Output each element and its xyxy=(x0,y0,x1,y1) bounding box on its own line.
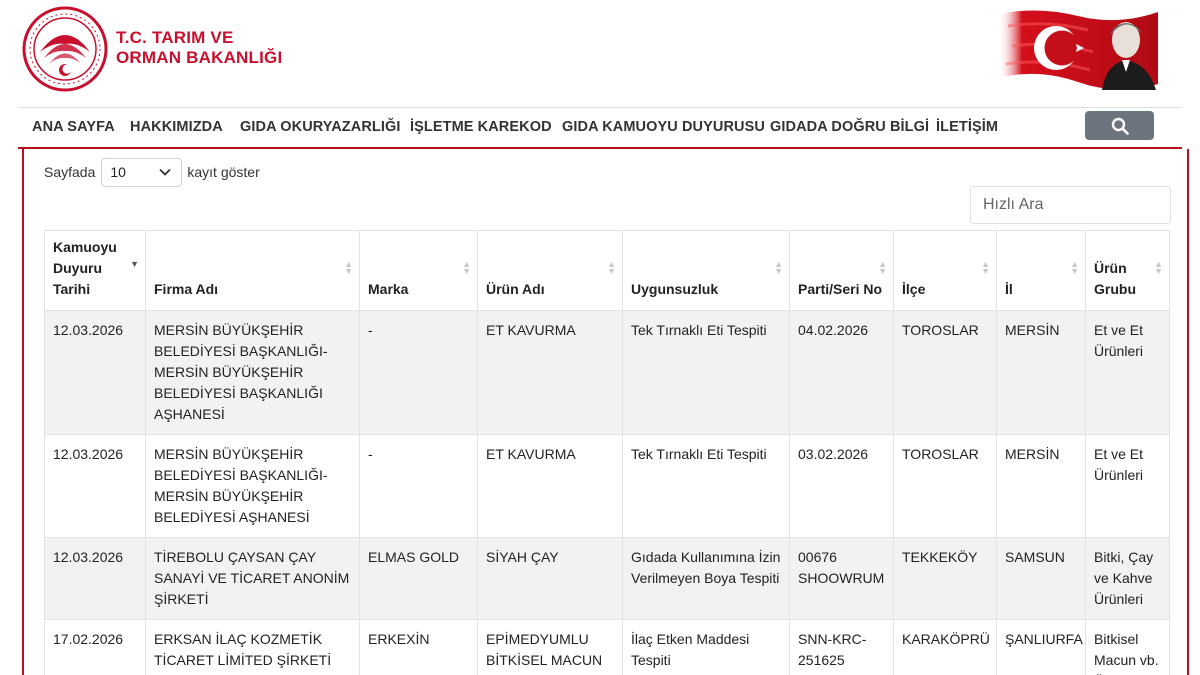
column-header-label: Parti/Seri No xyxy=(798,281,883,297)
table-row: 12.03.2026 TİREBOLU ÇAYSAN ÇAY SANAYİ VE… xyxy=(44,537,1170,620)
column-header-label: Firma Adı xyxy=(154,281,219,297)
cell-province: SAMSUN xyxy=(996,537,1086,620)
cell-date: 17.02.2026 xyxy=(44,619,146,675)
cell-nonconformity: Gıdada Kullanımına İzin Verilmeyen Boya … xyxy=(622,537,790,620)
cell-brand: ERKEXİN xyxy=(359,619,478,675)
main-navigation: ANA SAYFA HAKKIMIZDA GIDA OKURYAZARLIĞI … xyxy=(18,107,1182,149)
table-row: 12.03.2026 MERSİN BÜYÜKŞEHİR BELEDİYESİ … xyxy=(44,434,1170,538)
column-header-batch[interactable]: Parti/Seri No ▲ ▼ xyxy=(789,230,894,311)
nav-item-public-announcement[interactable]: GIDA KAMUOYU DUYURUSU xyxy=(562,108,765,148)
column-header-label: Uygunsuzluk xyxy=(631,281,719,297)
cell-batch: SNN-KRC-251625 xyxy=(789,619,894,675)
ministry-name[interactable]: T.C. TARIM VE ORMAN BAKANLIĞI xyxy=(116,28,282,68)
sort-icon: ▲ ▼ xyxy=(1154,259,1163,276)
length-prefix-label: Sayfada xyxy=(44,164,96,180)
column-header-label: İlçe xyxy=(902,281,926,297)
cell-batch: 00676 SHOOWRUM xyxy=(789,537,894,620)
table-row: 12.03.2026 MERSİN BÜYÜKŞEHİR BELEDİYESİ … xyxy=(44,310,1170,435)
sort-icon: ▲ ▼ xyxy=(981,259,990,276)
cell-district: TOROSLAR xyxy=(893,310,997,435)
cell-product-group: Et ve Et Ürünleri xyxy=(1085,310,1170,435)
cell-province: MERSİN xyxy=(996,310,1086,435)
column-header-nonconformity[interactable]: Uygunsuzluk ▲ ▼ xyxy=(622,230,790,311)
length-suffix-label: kayıt göster xyxy=(187,164,260,180)
sort-icon: ▲ ▼ xyxy=(1070,259,1079,276)
column-header-label: Kamuoyu Duyuru Tarihi xyxy=(53,239,117,297)
column-header-date[interactable]: Kamuoyu Duyuru Tarihi ▼ xyxy=(44,230,146,311)
sort-icon: ▲ ▼ xyxy=(462,259,471,276)
cell-date: 12.03.2026 xyxy=(44,537,146,620)
nav-item-food-literacy[interactable]: GIDA OKURYAZARLIĞI xyxy=(240,108,401,148)
chevron-down-icon xyxy=(159,168,172,176)
cell-date: 12.03.2026 xyxy=(44,434,146,538)
cell-date: 12.03.2026 xyxy=(44,310,146,435)
cell-product: SİYAH ÇAY xyxy=(477,537,623,620)
cell-brand: - xyxy=(359,434,478,538)
cell-company: TİREBOLU ÇAYSAN ÇAY SANAYİ VE TİCARET AN… xyxy=(145,537,360,620)
page-length-control: Sayfada 10 kayıt göster xyxy=(44,157,260,187)
cell-company: MERSİN BÜYÜKŞEHİR BELEDİYESİ BAŞKANLIĞI-… xyxy=(145,310,360,435)
site-header: T.C. TARIM VE ORMAN BAKANLIĞI xyxy=(0,0,1200,107)
cell-province: ŞANLIURFA xyxy=(996,619,1086,675)
cell-nonconformity: Tek Tırnaklı Eti Tespiti xyxy=(622,434,790,538)
nav-item-home[interactable]: ANA SAYFA xyxy=(32,108,115,148)
cell-district: TOROSLAR xyxy=(893,434,997,538)
cell-product: EPİMEDYUMLU BİTKİSEL MACUN xyxy=(477,619,623,675)
cell-product-group: Bitki, Çay ve Kahve Ürünleri xyxy=(1085,537,1170,620)
ministry-emblem-icon[interactable] xyxy=(22,6,108,92)
cell-nonconformity: Tek Tırnaklı Eti Tespiti xyxy=(622,310,790,435)
column-header-product[interactable]: Ürün Adı ▲ ▼ xyxy=(477,230,623,311)
sort-icon: ▲ ▼ xyxy=(774,259,783,276)
ministry-name-line1: T.C. TARIM VE xyxy=(116,28,234,47)
column-header-label: İl xyxy=(1005,281,1013,297)
nav-item-business-qr[interactable]: İŞLETME KAREKOD xyxy=(410,108,552,148)
sort-desc-icon: ▼ xyxy=(130,259,139,269)
cell-product-group: Bitkisel Macun vb. Ürünler xyxy=(1085,619,1170,675)
column-header-company[interactable]: Firma Adı ▲ ▼ xyxy=(145,230,360,311)
search-button[interactable] xyxy=(1085,111,1154,140)
page-length-value: 10 xyxy=(110,164,126,180)
cell-product: ET KAVURMA xyxy=(477,310,623,435)
cell-province: MERSİN xyxy=(996,434,1086,538)
column-header-brand[interactable]: Marka ▲ ▼ xyxy=(359,230,478,311)
column-header-label: Ürün Grubu xyxy=(1094,260,1136,297)
cell-company: MERSİN BÜYÜKŞEHİR BELEDİYESİ BAŞKANLIĞI-… xyxy=(145,434,360,538)
column-header-label: Marka xyxy=(368,281,409,297)
cell-brand: - xyxy=(359,310,478,435)
quick-search-input[interactable]: Hızlı Ara xyxy=(970,186,1171,224)
cell-product: ET KAVURMA xyxy=(477,434,623,538)
table-row: 17.02.2026 ERKSAN İLAÇ KOZMETİK TİCARET … xyxy=(44,619,1170,675)
cell-district: TEKKEKÖY xyxy=(893,537,997,620)
search-icon xyxy=(1111,117,1129,135)
cell-brand: ELMAS GOLD xyxy=(359,537,478,620)
sort-icon: ▲ ▼ xyxy=(607,259,616,276)
announcement-table: Kamuoyu Duyuru Tarihi ▼ Firma Adı ▲ ▼ Marka… xyxy=(44,230,1170,675)
column-header-province[interactable]: İl ▲ ▼ xyxy=(996,230,1086,311)
announcement-table-panel: Sayfada 10 kayıt göster Hızlı Ara Kamuoy… xyxy=(22,149,1189,675)
cell-product-group: Et ve Et Ürünleri xyxy=(1085,434,1170,538)
nav-item-contact[interactable]: İLETİŞİM xyxy=(936,108,998,148)
table-header-row: Kamuoyu Duyuru Tarihi ▼ Firma Adı ▲ ▼ Marka… xyxy=(44,230,1170,311)
column-header-district[interactable]: İlçe ▲ ▼ xyxy=(893,230,997,311)
cell-nonconformity: İlaç Etken Maddesi Tespiti xyxy=(622,619,790,675)
cell-batch: 04.02.2026 xyxy=(789,310,894,435)
page-length-select[interactable]: 10 xyxy=(101,157,183,187)
cell-company: ERKSAN İLAÇ KOZMETİK TİCARET LİMİTED ŞİR… xyxy=(145,619,360,675)
flag-portrait-image xyxy=(998,10,1158,90)
nav-item-correct-info[interactable]: GIDADA DOĞRU BİLGİ xyxy=(770,108,929,148)
cell-district: KARAKÖPRÜ xyxy=(893,619,997,675)
sort-icon: ▲ ▼ xyxy=(344,259,353,276)
ministry-name-line2: ORMAN BAKANLIĞI xyxy=(116,48,283,67)
sort-icon: ▲ ▼ xyxy=(878,259,887,276)
column-header-product-group[interactable]: Ürün Grubu ▲ ▼ xyxy=(1085,230,1170,311)
column-header-label: Ürün Adı xyxy=(486,281,545,297)
cell-batch: 03.02.2026 xyxy=(789,434,894,538)
nav-item-about[interactable]: HAKKIMIZDA xyxy=(130,108,223,148)
